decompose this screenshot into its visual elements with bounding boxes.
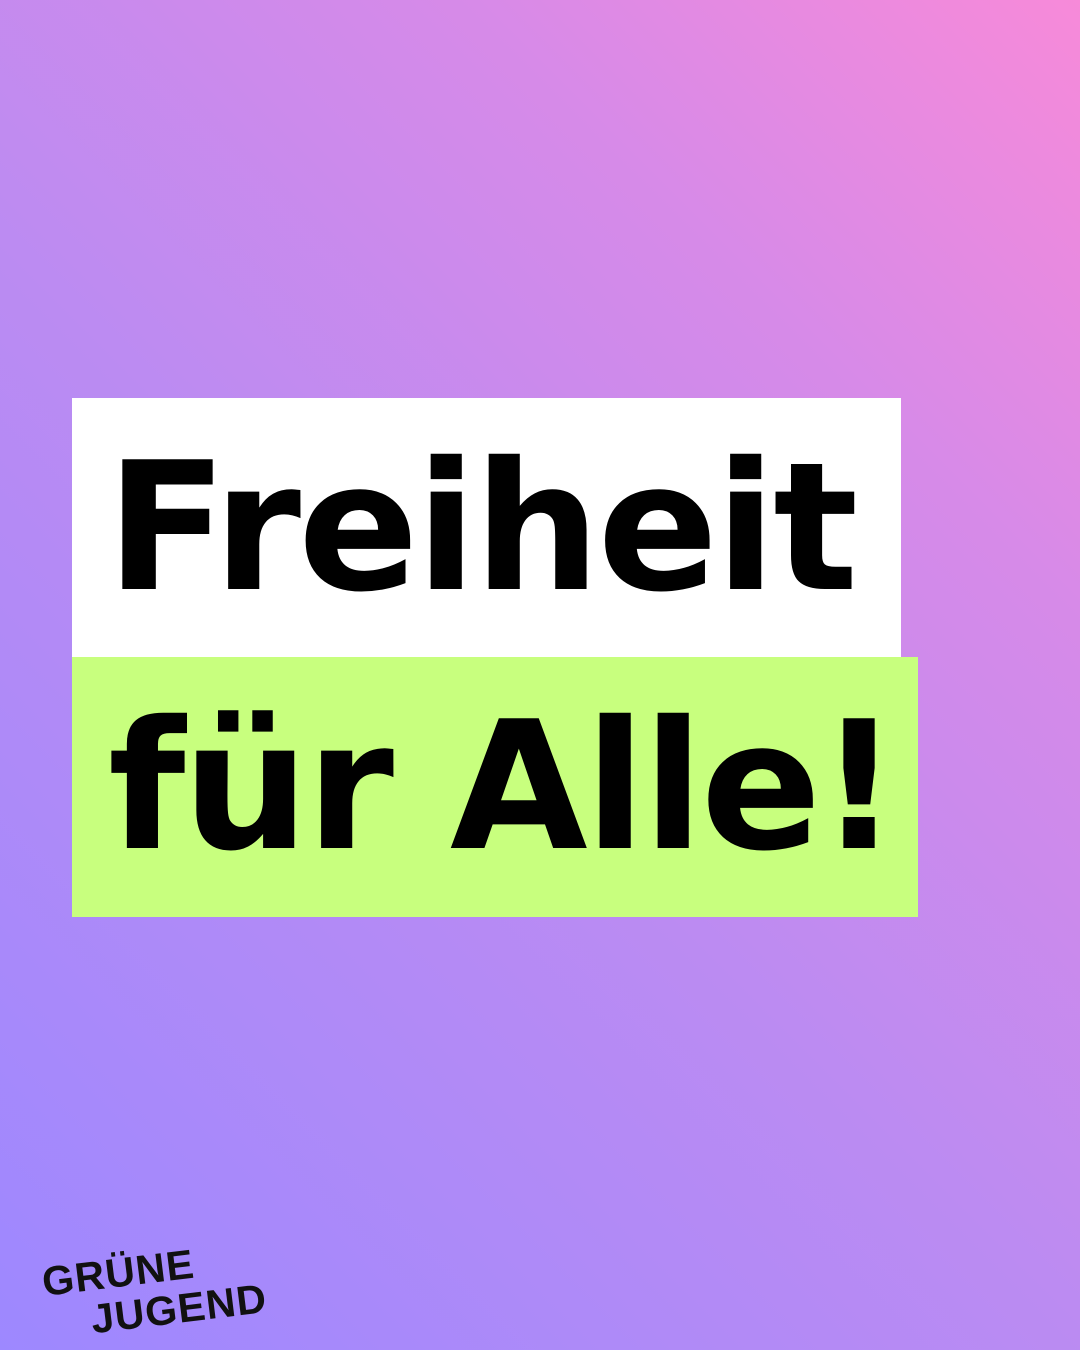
headline-line-2-highlight: für Alle! (72, 657, 918, 917)
gruene-jugend-logo-mark: GRÜNE JUGEND (39, 1241, 269, 1340)
headline-line-1: Freiheit (106, 423, 858, 631)
headline-line-1-highlight: Freiheit (72, 398, 901, 657)
headline: Freiheit für Alle! (0, 0, 1080, 1350)
headline-line-2: für Alle! (108, 683, 900, 890)
gruene-jugend-logo: GRÜNE JUGEND (34, 1205, 314, 1340)
